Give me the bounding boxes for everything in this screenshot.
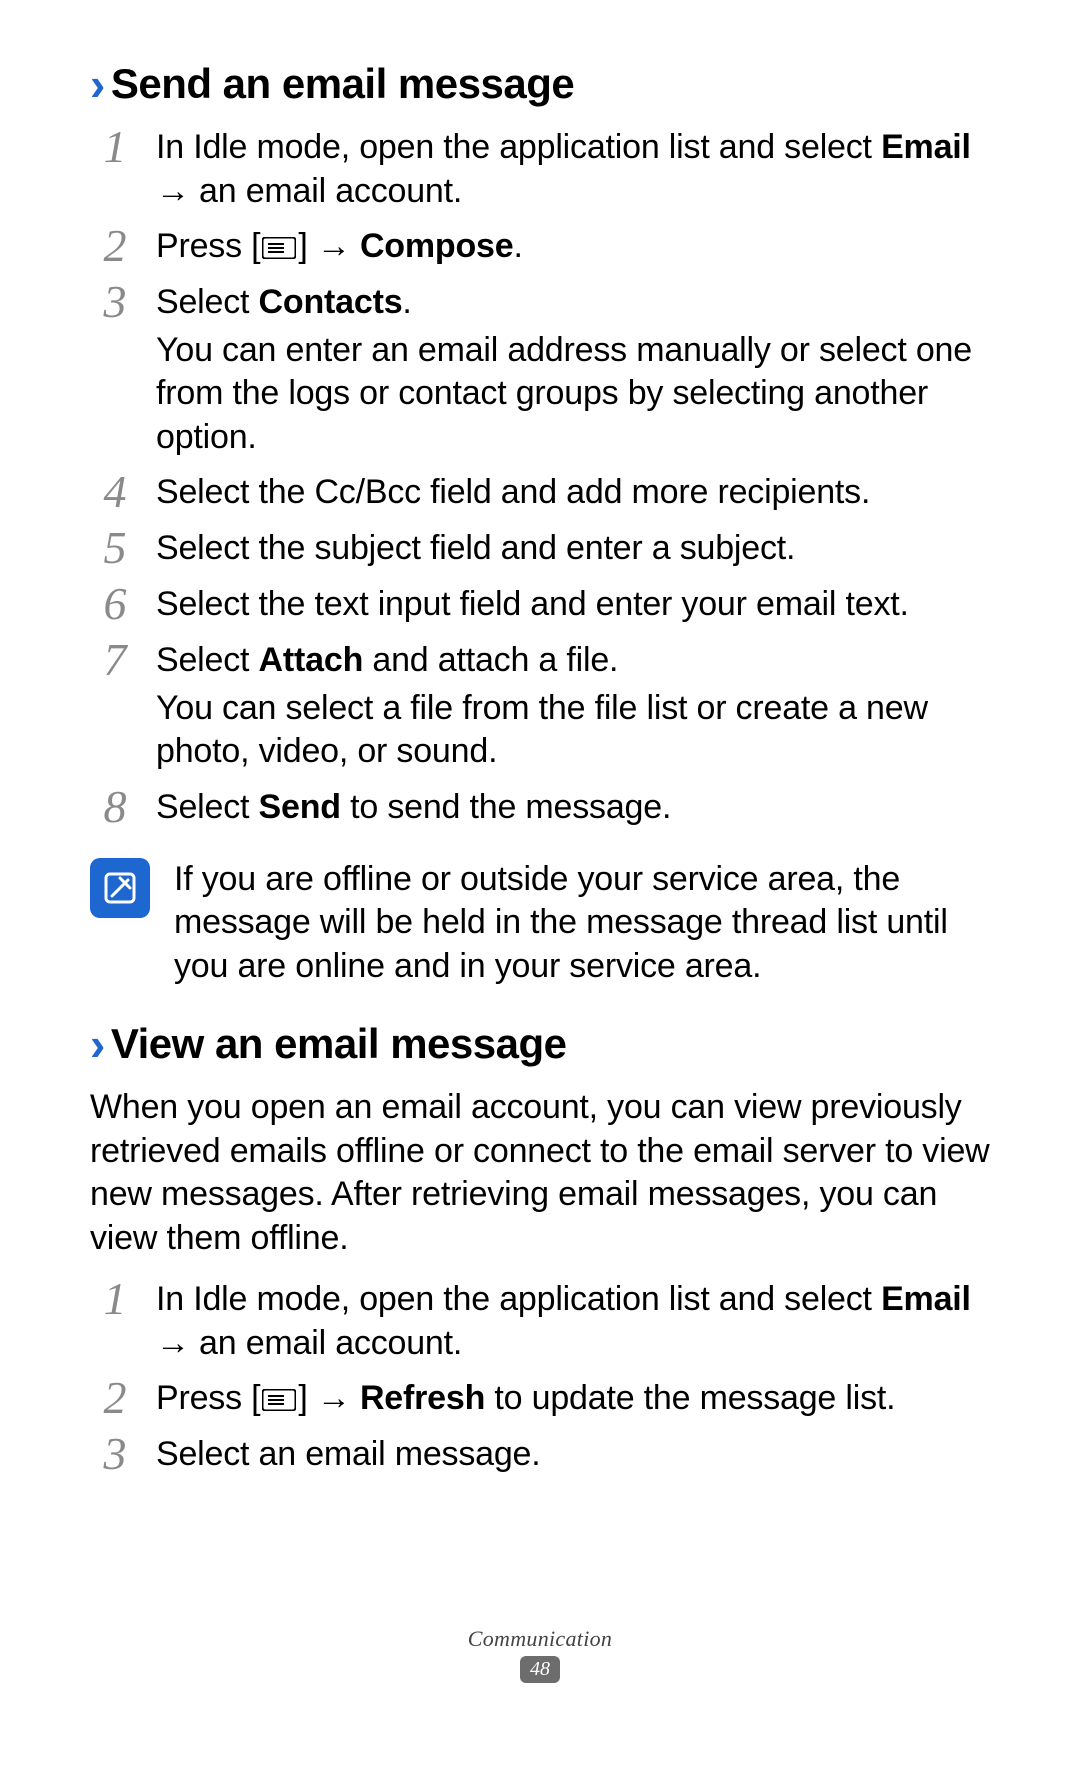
step-extra: You can enter an email address manually … [156, 329, 990, 460]
step-text: Select the text input field and enter yo… [156, 583, 990, 627]
heading-send-email: › Send an email message [90, 60, 990, 108]
step-body: Select the text input field and enter yo… [156, 583, 990, 627]
step-text: Select an email message. [156, 1433, 990, 1477]
step-number: 7 [90, 637, 140, 683]
step: 7 Select Attach and attach a file.You can… [90, 639, 990, 774]
step-extra: You can select a file from the file list… [156, 687, 990, 774]
step-body: In Idle mode, open the application list … [156, 1278, 990, 1365]
heading-view-email-text: View an email message [111, 1020, 567, 1068]
step-number: 2 [90, 1375, 140, 1421]
step-text: Select the Cc/Bcc field and add more rec… [156, 471, 990, 515]
step-number: 8 [90, 784, 140, 830]
steps-view-email: 1 In Idle mode, open the application list… [90, 1278, 990, 1477]
intro-view-email: When you open an email account, you can … [90, 1086, 990, 1260]
menu-icon [262, 1389, 296, 1411]
step-text: In Idle mode, open the application list … [156, 126, 990, 213]
step-body: Select Attach and attach a file.You can … [156, 639, 990, 774]
step-text: In Idle mode, open the application list … [156, 1278, 990, 1365]
step-number: 6 [90, 581, 140, 627]
step-number: 4 [90, 469, 140, 515]
step-text: Select Send to send the message. [156, 786, 990, 830]
chevron-icon: › [90, 61, 105, 107]
menu-icon [262, 237, 296, 259]
heading-send-email-text: Send an email message [111, 60, 574, 108]
step: 3 Select Contacts.You can enter an email … [90, 281, 990, 459]
note-block: If you are offline or outside your servi… [90, 858, 990, 989]
step: 2 Press [] → Compose. [90, 225, 990, 269]
step-body: Select Send to send the message. [156, 786, 990, 830]
page-footer: Communication 48 [0, 1626, 1080, 1683]
step-number: 1 [90, 1276, 140, 1322]
step-body: Select the Cc/Bcc field and add more rec… [156, 471, 990, 515]
note-text: If you are offline or outside your servi… [174, 858, 990, 989]
heading-view-email: › View an email message [90, 1020, 990, 1068]
step-body: In Idle mode, open the application list … [156, 126, 990, 213]
page-number: 48 [520, 1656, 560, 1683]
step-body: Press [] → Compose. [156, 225, 990, 269]
note-icon [90, 858, 150, 918]
step: 3 Select an email message. [90, 1433, 990, 1477]
page: › Send an email message 1 In Idle mode, o… [0, 0, 1080, 1771]
step: 2 Press [] → Refresh to update the messag… [90, 1377, 990, 1421]
step-text: Select the subject field and enter a sub… [156, 527, 990, 571]
step-text: Press [] → Compose. [156, 225, 990, 269]
step-number: 5 [90, 525, 140, 571]
steps-send-email: 1 In Idle mode, open the application list… [90, 126, 990, 830]
step-body: Press [] → Refresh to update the message… [156, 1377, 990, 1421]
step-number: 2 [90, 223, 140, 269]
chevron-icon: › [90, 1021, 105, 1067]
footer-section-label: Communication [0, 1626, 1080, 1652]
step-number: 1 [90, 124, 140, 170]
step: 5 Select the subject field and enter a su… [90, 527, 990, 571]
step: 8 Select Send to send the message. [90, 786, 990, 830]
step: 4 Select the Cc/Bcc field and add more re… [90, 471, 990, 515]
step-number: 3 [90, 279, 140, 325]
step-number: 3 [90, 1431, 140, 1477]
step-text: Select Attach and attach a file. [156, 639, 990, 683]
step-text: Select Contacts. [156, 281, 990, 325]
step: 6 Select the text input field and enter y… [90, 583, 990, 627]
step-body: Select an email message. [156, 1433, 990, 1477]
step: 1 In Idle mode, open the application list… [90, 126, 990, 213]
step-body: Select the subject field and enter a sub… [156, 527, 990, 571]
step: 1 In Idle mode, open the application list… [90, 1278, 990, 1365]
step-body: Select Contacts.You can enter an email a… [156, 281, 990, 459]
step-text: Press [] → Refresh to update the message… [156, 1377, 990, 1421]
